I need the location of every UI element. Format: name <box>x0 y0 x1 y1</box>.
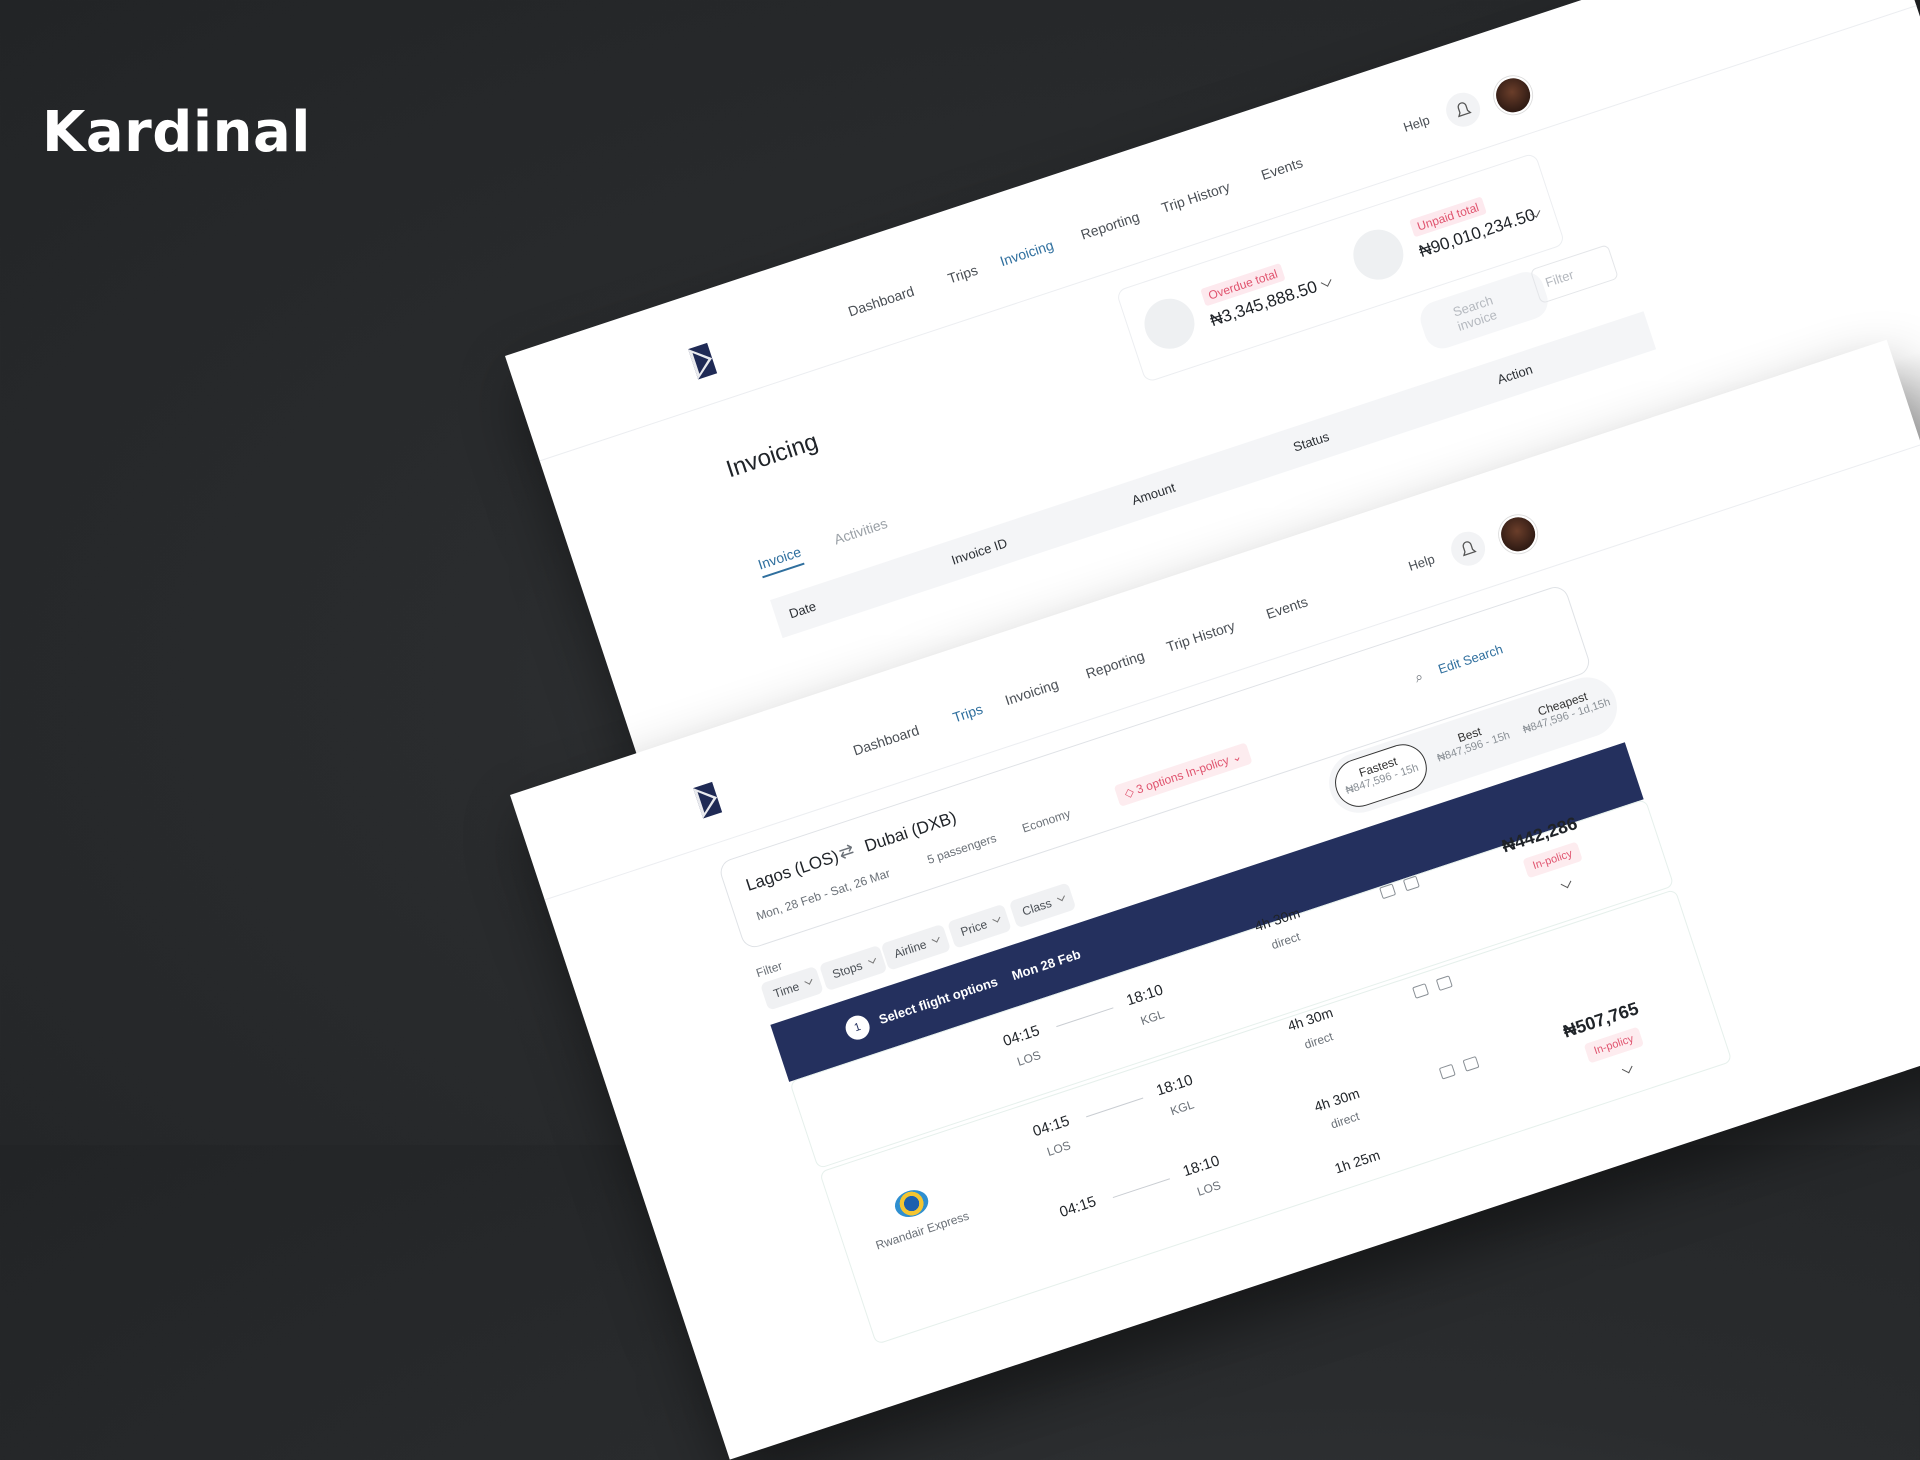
bell-icon[interactable] <box>1441 88 1485 132</box>
duration: 1h 25m <box>1332 1146 1382 1177</box>
camera-icon <box>1412 983 1430 999</box>
nav-dashboard[interactable]: Dashboard <box>846 283 916 320</box>
policy-badge[interactable]: ◇ 3 options In-policy ⌄ <box>1113 742 1253 807</box>
filter-airline[interactable]: Airline <box>880 923 952 971</box>
passengers: 5 passengers <box>925 830 999 867</box>
stops: direct <box>1328 1109 1362 1132</box>
dep-time: 04:15 <box>1057 1193 1099 1221</box>
kardinal-logo-icon <box>688 342 718 380</box>
edit-search-link[interactable]: Edit Search <box>1436 641 1505 676</box>
bell-icon[interactable] <box>1446 527 1490 571</box>
nav-reporting[interactable]: Reporting <box>1084 647 1147 681</box>
camera-icon <box>1379 883 1397 900</box>
totals-card: Overdue total ₦3,345,888.50 Unpaid total… <box>1115 152 1566 384</box>
filter-button[interactable]: Filter <box>1529 244 1619 305</box>
brand-title: Kardinal <box>42 100 311 165</box>
dep-time: 04:15 <box>1000 1022 1042 1051</box>
arr-code: KGL <box>1168 1097 1196 1119</box>
nav-dashboard[interactable]: Dashboard <box>851 722 921 759</box>
arr-time: 18:10 <box>1154 1071 1196 1100</box>
airline-logo-icon <box>891 1185 932 1222</box>
search-icon[interactable]: ⌕ <box>1412 668 1425 687</box>
nav-events[interactable]: Events <box>1259 154 1305 183</box>
nav-reporting[interactable]: Reporting <box>1079 208 1142 242</box>
help-link[interactable]: Help <box>1406 551 1436 574</box>
stops: direct <box>1269 929 1302 953</box>
arr-code: KGL <box>1138 1007 1166 1028</box>
help-link[interactable]: Help <box>1401 112 1431 135</box>
stops: direct <box>1302 1029 1335 1052</box>
route-line <box>1056 1007 1114 1028</box>
header-status: Status <box>1291 428 1331 455</box>
step-number: 1 <box>842 1012 873 1043</box>
document-icon <box>1462 1055 1480 1072</box>
header-amount: Amount <box>1129 479 1178 509</box>
nav-invoicing[interactable]: Invoicing <box>1003 676 1060 709</box>
page-title: Invoicing <box>722 427 822 484</box>
kardinal-logo-icon <box>693 781 723 819</box>
camera-icon <box>1438 1063 1456 1080</box>
dep-code: LOS <box>1045 1138 1073 1159</box>
header-divider <box>539 5 1917 462</box>
chevron-down-icon[interactable] <box>1560 877 1572 889</box>
route-line <box>1112 1178 1171 1199</box>
nav-events[interactable]: Events <box>1264 593 1310 622</box>
chevron-down-icon[interactable] <box>1621 1062 1633 1074</box>
nav-invoicing[interactable]: Invoicing <box>998 237 1055 270</box>
route-line <box>1086 1097 1144 1118</box>
header-date: Date <box>787 598 818 622</box>
tab-invoice[interactable]: Invoice <box>755 543 805 579</box>
dep-time: 04:15 <box>1030 1112 1072 1141</box>
header-invoice-id: Invoice ID <box>949 535 1010 568</box>
filter-class[interactable]: Class <box>1008 882 1077 929</box>
dep-code: LOS <box>1015 1047 1043 1069</box>
document-icon <box>1435 975 1453 992</box>
header-action: Action <box>1495 361 1535 388</box>
nav-trips[interactable]: Trips <box>946 262 980 287</box>
chevron-down-icon[interactable] <box>1320 276 1332 287</box>
airline-name: Rwandair Express <box>873 1208 971 1253</box>
arr-code: LOS <box>1195 1178 1223 1199</box>
arr-time: 18:10 <box>1124 981 1166 1010</box>
invoice-icon <box>1346 223 1410 287</box>
arr-time: 18:10 <box>1180 1152 1222 1181</box>
filter-price[interactable]: Price <box>947 903 1013 949</box>
nav-trip-history[interactable]: Trip History <box>1164 617 1236 654</box>
document-icon <box>1402 875 1420 892</box>
cabin-class: Economy <box>1020 806 1073 836</box>
invoice-icon <box>1137 292 1202 356</box>
avatar[interactable] <box>1494 510 1543 559</box>
nav-trips[interactable]: Trips <box>951 701 985 726</box>
tab-activities[interactable]: Activities <box>832 515 889 548</box>
nav-trip-history[interactable]: Trip History <box>1159 178 1231 215</box>
filter-stops[interactable]: Stops <box>818 944 888 992</box>
banner-date: Mon 28 Feb <box>1009 946 1083 984</box>
avatar[interactable] <box>1489 71 1538 120</box>
